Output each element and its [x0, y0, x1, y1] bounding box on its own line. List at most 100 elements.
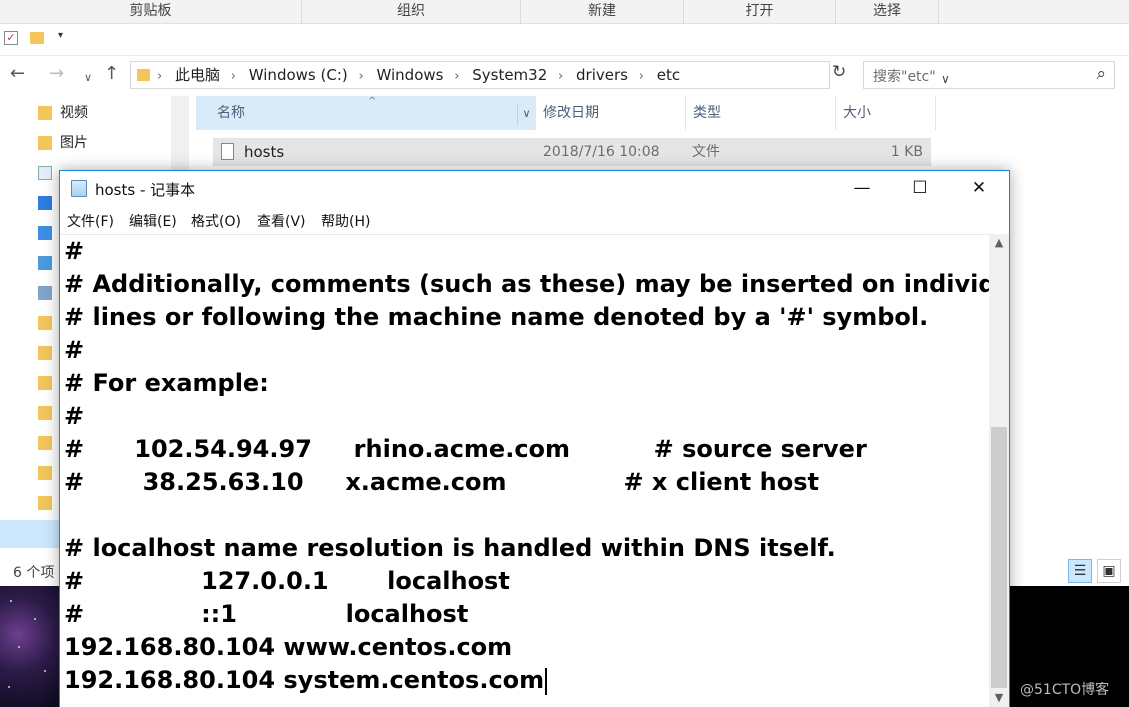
customize-toolbar-dropdown-icon[interactable]: ▾	[58, 30, 63, 41]
refresh-icon[interactable]: ↻	[832, 62, 846, 82]
folder-icon	[38, 466, 52, 480]
folder-icon	[38, 436, 52, 450]
desktop-folder-icon	[38, 256, 52, 270]
text-line: 192.168.80.104 www.centos.com	[64, 633, 513, 661]
breadcrumb-windows[interactable]: Windows	[377, 66, 444, 84]
text-line: # 38.25.63.10 x.acme.com # x client host	[64, 468, 819, 496]
star-decoration	[34, 618, 36, 620]
nav-item-pictures[interactable]: 图片	[60, 132, 88, 154]
address-field[interactable]: › 此电脑 › Windows (C:) › Windows › System3…	[130, 61, 950, 89]
maximize-icon[interactable]: ☐	[891, 171, 949, 206]
breadcrumb-this-pc[interactable]: 此电脑	[175, 66, 220, 84]
ribbon-group-clipboard: 剪贴板	[0, 0, 302, 24]
desktop-wallpaper	[0, 586, 60, 707]
scroll-up-icon[interactable]: ▲	[989, 234, 1009, 252]
text-editor[interactable]: # # Additionally, comments (such as thes…	[60, 234, 989, 707]
folder-icon	[38, 316, 52, 330]
file-list-header: 名称 修改日期 类型 大小	[196, 96, 936, 130]
menu-format[interactable]: 格式(O)	[191, 211, 241, 231]
watermark: @51CTO博客	[1020, 682, 1110, 698]
breadcrumb: › 此电脑 › Windows (C:) › Windows › System3…	[157, 62, 686, 88]
column-filter-chevron-icon[interactable]: ∨	[517, 103, 535, 125]
editor-scrollbar[interactable]: ▲ ▼	[989, 234, 1009, 707]
text-line: # 102.54.94.97 rhino.acme.com # source s…	[64, 435, 867, 463]
folder-icon	[38, 496, 52, 510]
menu-help[interactable]: 帮助(H)	[321, 211, 370, 231]
large-icons-view-icon[interactable]: ▣	[1097, 559, 1121, 583]
menu-file[interactable]: 文件(F)	[67, 211, 114, 231]
star-decoration	[44, 670, 46, 672]
star-decoration	[18, 646, 20, 648]
column-header-size[interactable]: 大小	[836, 96, 936, 130]
downloads-folder-icon	[38, 196, 52, 210]
column-header-name[interactable]: 名称	[196, 96, 536, 130]
text-line: #	[64, 237, 85, 265]
breadcrumb-separator-icon[interactable]: ›	[454, 69, 459, 84]
breadcrumb-separator-icon[interactable]: ›	[359, 69, 364, 84]
search-placeholder: 搜索"etc"	[873, 69, 936, 85]
breadcrumb-separator-icon[interactable]: ›	[157, 69, 162, 84]
text-caret	[545, 667, 548, 695]
ribbon-group-select: 选择	[836, 0, 939, 24]
text-line-with-caret: 192.168.80.104 system.centos.com	[64, 664, 548, 697]
window-title: hosts - 记事本	[95, 181, 196, 199]
folder-icon	[38, 406, 52, 420]
notepad-titlebar[interactable]: hosts - 记事本 — ☐ ✕	[60, 171, 1009, 206]
text-line: # ::1 localhost	[64, 600, 469, 628]
column-header-modified[interactable]: 修改日期	[536, 96, 686, 130]
ribbon-group-bar: 剪贴板 组织 新建 打开 选择	[0, 0, 1129, 24]
folder-icon	[38, 376, 52, 390]
new-folder-icon[interactable]	[30, 32, 44, 44]
breadcrumb-separator-icon[interactable]: ›	[639, 69, 644, 84]
properties-check-icon[interactable]: ✓	[4, 31, 18, 45]
details-view-icon[interactable]: ☰	[1068, 559, 1092, 583]
nav-item-videos[interactable]: 视频	[60, 102, 88, 124]
text-line: # 127.0.0.1 localhost	[64, 567, 510, 595]
up-arrow-icon[interactable]: ↑	[104, 65, 119, 83]
star-decoration	[8, 686, 10, 688]
text-line: #	[64, 336, 85, 364]
back-arrow-icon[interactable]: ←	[10, 65, 25, 83]
address-bar-row: ← → ∨ ↑ › 此电脑 › Windows (C:) › Windows ›…	[0, 57, 1129, 93]
notepad-menubar: 文件(F) 编辑(E) 格式(O) 查看(V) 帮助(H)	[60, 206, 1009, 234]
documents-folder-icon	[38, 166, 52, 180]
text-line: #	[64, 402, 85, 430]
ribbon-group-open: 打开	[684, 0, 836, 24]
ribbon-group-organize: 组织	[302, 0, 521, 24]
search-icon[interactable]: ⌕	[1096, 64, 1106, 84]
screen: 剪贴板 组织 新建 打开 选择 ✓ ▾ ← → ∨ ↑ › 此电脑 › Wind…	[0, 0, 1129, 707]
column-header-type[interactable]: 类型	[686, 96, 836, 130]
file-modified: 2018/7/16 10:08	[543, 144, 660, 160]
scroll-down-icon[interactable]: ▼	[989, 689, 1009, 707]
text-line: # localhost name resolution is handled w…	[64, 534, 836, 562]
ribbon-group-new: 新建	[521, 0, 684, 24]
close-icon[interactable]: ✕	[950, 171, 1008, 206]
this-pc-icon	[38, 286, 52, 300]
notepad-window: hosts - 记事本 — ☐ ✕ 文件(F) 编辑(E) 格式(O) 查看(V…	[59, 170, 1010, 707]
recent-locations-chevron-icon[interactable]: ∨	[84, 69, 92, 87]
pictures-folder-icon	[38, 136, 52, 150]
forward-arrow-icon[interactable]: →	[49, 65, 64, 83]
sort-ascending-icon: ^	[368, 96, 377, 107]
menu-view[interactable]: 查看(V)	[257, 211, 306, 231]
text-line: # lines or following the machine name de…	[64, 303, 929, 331]
breadcrumb-system32[interactable]: System32	[472, 66, 547, 84]
scrollbar-thumb[interactable]	[991, 427, 1007, 688]
breadcrumb-separator-icon[interactable]: ›	[558, 69, 563, 84]
breadcrumb-c-drive[interactable]: Windows (C:)	[249, 66, 348, 84]
music-folder-icon	[38, 226, 52, 240]
breadcrumb-drivers[interactable]: drivers	[576, 66, 628, 84]
item-count: 6 个项	[13, 565, 55, 581]
table-row[interactable]: hosts 2018/7/16 10:08 文件 1 KB	[213, 138, 931, 166]
menu-edit[interactable]: 编辑(E)	[129, 211, 177, 231]
breadcrumb-separator-icon[interactable]: ›	[231, 69, 236, 84]
folder-icon	[38, 346, 52, 360]
star-decoration	[10, 600, 12, 602]
breadcrumb-etc[interactable]: etc	[657, 66, 680, 84]
nav-selected-item[interactable]	[0, 520, 60, 548]
search-input[interactable]: 搜索"etc" ⌕	[863, 61, 1115, 89]
videos-folder-icon	[38, 106, 52, 120]
minimize-icon[interactable]: —	[833, 171, 891, 206]
notepad-app-icon[interactable]	[71, 180, 87, 197]
file-type: 文件	[692, 144, 720, 160]
